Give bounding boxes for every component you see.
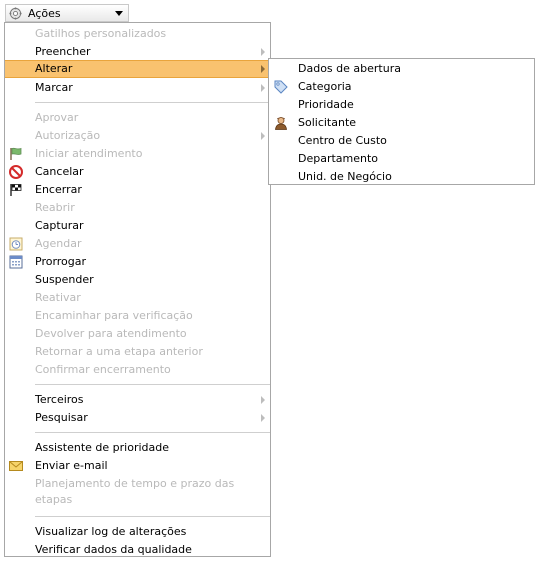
menu-item-iniciar-atendimento[interactable]: Iniciar atendimento xyxy=(5,145,270,163)
menu-item-label: Autorização xyxy=(35,129,101,142)
menu-item-pesquisar[interactable]: Pesquisar xyxy=(5,409,270,427)
menu-item-label: Suspender xyxy=(35,273,94,286)
menu-item-label: Verificar dados da qualidade xyxy=(35,543,192,556)
menu-item-cancelar[interactable]: Cancelar xyxy=(5,163,270,181)
menu-item-label: Capturar xyxy=(35,219,84,232)
acoes-label: Ações xyxy=(28,6,61,20)
submenu-item-label: Centro de Custo xyxy=(298,134,387,147)
no-entry-icon xyxy=(9,165,23,179)
submenu-item-unid-negocio[interactable]: Unid. de Negócio xyxy=(269,168,534,186)
menu-item-gatilhos[interactable]: Gatilhos personalizados xyxy=(5,25,270,43)
menu-item-prorrogar[interactable]: Prorrogar xyxy=(5,253,270,271)
menu-item-label: Planejamento de tempo e prazo das etapas xyxy=(35,477,235,506)
menu-item-label: Preencher xyxy=(35,45,91,58)
submenu-arrow-icon xyxy=(261,48,265,56)
menu-item-label: Iniciar atendimento xyxy=(35,147,143,160)
menu-item-planejamento-tempo[interactable]: Planejamento de tempo e prazo das etapas xyxy=(5,475,270,507)
checkered-flag-icon xyxy=(10,184,22,196)
menu-separator xyxy=(35,432,270,433)
calendar-icon xyxy=(9,255,23,269)
menu-item-label: Assistente de prioridade xyxy=(35,441,169,454)
menu-item-label: Alterar xyxy=(35,62,73,75)
menu-separator xyxy=(35,384,270,385)
submenu-item-dados-abertura[interactable]: Dados de abertura xyxy=(269,60,534,78)
submenu-item-label: Unid. de Negócio xyxy=(298,170,392,183)
menu-item-label: Confirmar encerramento xyxy=(35,363,171,376)
menu-item-label: Encaminhar para verificação xyxy=(35,309,193,322)
alterar-submenu: Dados de abertura Categoria Prioridade S… xyxy=(268,58,535,185)
menu-item-encerrar[interactable]: Encerrar xyxy=(5,181,270,199)
menu-item-suspender[interactable]: Suspender xyxy=(5,271,270,289)
menu-item-reativar[interactable]: Reativar xyxy=(5,289,270,307)
submenu-item-label: Categoria xyxy=(298,80,352,93)
submenu-item-label: Dados de abertura xyxy=(298,62,401,75)
menu-item-label: Encerrar xyxy=(35,183,82,196)
submenu-item-label: Prioridade xyxy=(298,98,354,111)
menu-item-assistente-prioridade[interactable]: Assistente de prioridade xyxy=(5,439,270,457)
actions-menu: Gatilhos personalizados Preencher Altera… xyxy=(4,22,271,557)
gear-icon xyxy=(9,6,22,20)
menu-item-label: Reativar xyxy=(35,291,81,304)
submenu-arrow-icon xyxy=(261,414,265,422)
menu-separator xyxy=(35,516,270,517)
chevron-down-icon xyxy=(115,11,123,16)
acoes-dropdown-button[interactable]: Ações xyxy=(5,4,129,22)
tag-icon xyxy=(274,80,288,94)
submenu-item-centro-custo[interactable]: Centro de Custo xyxy=(269,132,534,150)
menu-item-label: Aprovar xyxy=(35,111,79,124)
menu-item-label: Visualizar log de alterações xyxy=(35,525,187,538)
menu-item-agendar[interactable]: Agendar xyxy=(5,235,270,253)
menu-item-retornar-etapa[interactable]: Retornar a uma etapa anterior xyxy=(5,343,270,361)
submenu-arrow-icon xyxy=(261,132,265,140)
menu-item-label: Reabrir xyxy=(35,201,75,214)
menu-item-label: Prorrogar xyxy=(35,255,87,268)
menu-item-label: Enviar e-mail xyxy=(35,459,108,472)
submenu-item-label: Departamento xyxy=(298,152,379,165)
menu-item-label: Cancelar xyxy=(35,165,84,178)
menu-item-verificar-qualidade[interactable]: Verificar dados da qualidade xyxy=(5,541,270,559)
menu-item-autorizacao[interactable]: Autorização xyxy=(5,127,270,145)
submenu-arrow-icon xyxy=(261,84,265,92)
menu-item-enviar-email[interactable]: Enviar e-mail xyxy=(5,457,270,475)
menu-item-encaminhar-verificacao[interactable]: Encaminhar para verificação xyxy=(5,307,270,325)
menu-item-devolver-atendimento[interactable]: Devolver para atendimento xyxy=(5,325,270,343)
menu-item-label: Terceiros xyxy=(35,393,84,406)
menu-item-label: Agendar xyxy=(35,237,82,250)
submenu-item-categoria[interactable]: Categoria xyxy=(269,78,534,96)
menu-separator xyxy=(35,102,270,103)
menu-item-label: Marcar xyxy=(35,81,73,94)
menu-item-confirmar-encerramento[interactable]: Confirmar encerramento xyxy=(5,361,270,379)
green-flag-icon xyxy=(10,147,22,160)
menu-item-alterar[interactable]: Alterar xyxy=(5,60,270,78)
person-icon xyxy=(275,117,287,130)
submenu-arrow-icon xyxy=(261,396,265,404)
menu-item-marcar[interactable]: Marcar xyxy=(5,79,270,97)
envelope-icon xyxy=(9,461,23,471)
menu-item-terceiros[interactable]: Terceiros xyxy=(5,391,270,409)
menu-item-label: Pesquisar xyxy=(35,411,88,424)
submenu-arrow-icon xyxy=(261,65,265,73)
menu-item-visualizar-log[interactable]: Visualizar log de alterações xyxy=(5,523,270,541)
submenu-item-prioridade[interactable]: Prioridade xyxy=(269,96,534,114)
submenu-item-departamento[interactable]: Departamento xyxy=(269,150,534,168)
menu-item-label: Gatilhos personalizados xyxy=(35,27,167,40)
menu-item-reabrir[interactable]: Reabrir xyxy=(5,199,270,217)
menu-item-aprovar[interactable]: Aprovar xyxy=(5,109,270,127)
menu-item-label: Devolver para atendimento xyxy=(35,327,187,340)
menu-item-label: Retornar a uma etapa anterior xyxy=(35,345,203,358)
submenu-item-label: Solicitante xyxy=(298,116,357,129)
clock-calendar-icon xyxy=(9,237,23,251)
submenu-item-solicitante[interactable]: Solicitante xyxy=(269,114,534,132)
menu-item-preencher[interactable]: Preencher xyxy=(5,43,270,61)
menu-item-capturar[interactable]: Capturar xyxy=(5,217,270,235)
